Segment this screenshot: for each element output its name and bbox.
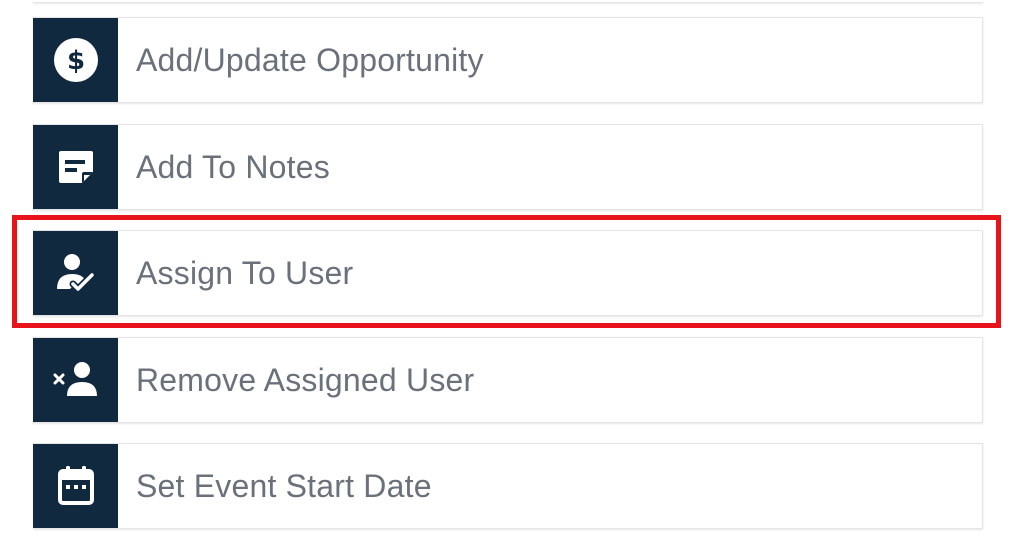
icon-container — [33, 125, 118, 209]
action-add-to-notes[interactable]: Add To Notes — [33, 124, 983, 210]
action-assign-to-user[interactable]: Assign To User — [33, 230, 983, 316]
note-icon — [56, 147, 96, 187]
action-set-event-start-date[interactable]: Set Event Start Date — [33, 443, 983, 529]
action-label: Add To Notes — [136, 148, 330, 185]
action-label: Assign To User — [136, 254, 354, 291]
action-label: Add/Update Opportunity — [136, 41, 484, 78]
icon-container: $ — [33, 18, 118, 102]
svg-text:$: $ — [66, 46, 84, 76]
icon-container — [33, 338, 118, 422]
calendar-icon — [56, 464, 96, 508]
dollar-circle-icon: $ — [53, 37, 99, 83]
action-add-update-opportunity[interactable]: $ Add/Update Opportunity — [33, 17, 983, 103]
action-label: Remove Assigned User — [136, 361, 475, 398]
user-check-icon — [54, 251, 98, 295]
icon-container — [33, 231, 118, 315]
user-remove-icon — [51, 360, 101, 400]
icon-container — [33, 444, 118, 528]
action-list: $ Add/Update Opportunity Add To Notes As… — [33, 0, 983, 545]
action-remove-assigned-user[interactable]: Remove Assigned User — [33, 337, 983, 423]
action-label: Set Event Start Date — [136, 467, 432, 504]
